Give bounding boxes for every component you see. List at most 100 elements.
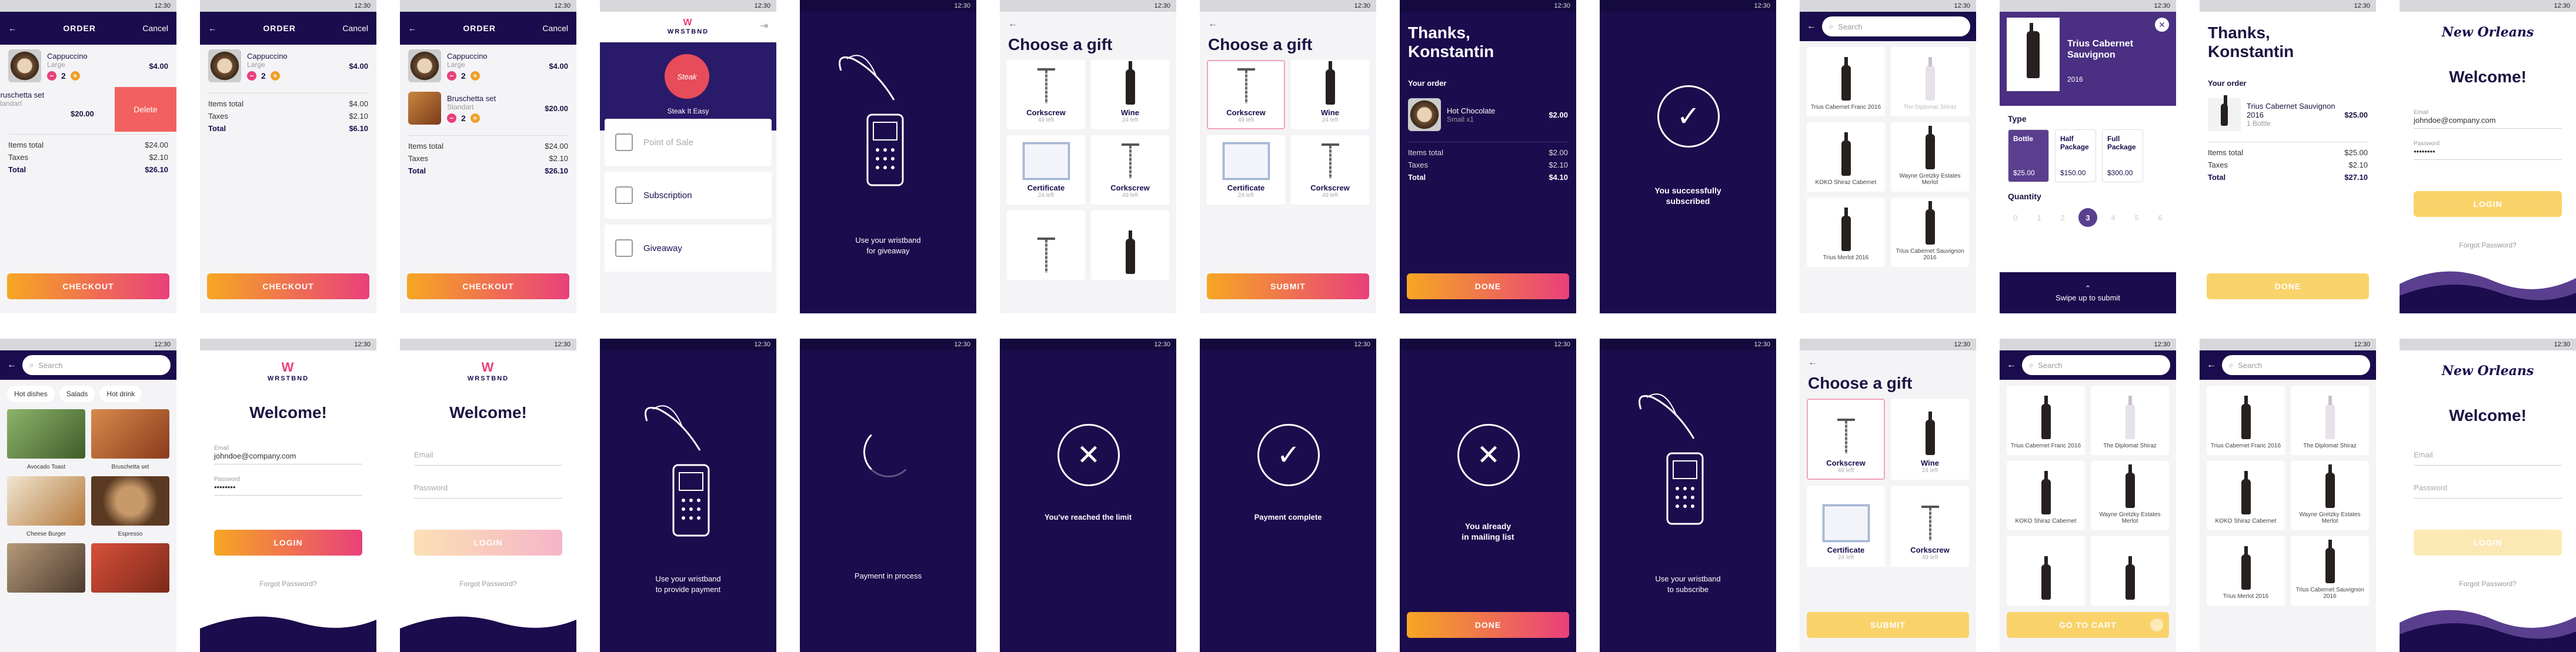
email-field[interactable]: Email <box>2414 444 2562 466</box>
email-field[interactable]: Email johndoe@company.com <box>2414 106 2562 129</box>
gift-card[interactable]: Corkscrew 49 left <box>1091 135 1169 205</box>
back-arrow-icon[interactable]: ← <box>8 24 16 33</box>
qty-option[interactable]: 6 <box>2153 210 2168 225</box>
wine-card[interactable]: Trius Merlot 2016 <box>2207 536 2285 606</box>
go-to-cart-button[interactable]: GO TO CART → <box>2007 612 2169 638</box>
plus-icon[interactable]: + <box>70 71 80 81</box>
back-arrow-icon[interactable]: ← <box>1800 350 1976 368</box>
plus-icon[interactable]: + <box>470 113 480 123</box>
forgot-password-link[interactable]: Forgot Password? <box>400 580 576 588</box>
search-input[interactable]: ⌕ Search <box>2222 355 2370 375</box>
wine-card[interactable]: Trius Cabernet Sauvignon 2016 <box>2291 536 2369 606</box>
gift-card[interactable] <box>1091 210 1169 280</box>
wine-card[interactable]: KOKO Shiraz Cabernet <box>2007 461 2085 530</box>
type-option-bottle[interactable]: Bottle $25.00 <box>2008 129 2049 182</box>
delete-button[interactable]: Delete <box>115 87 176 132</box>
food-card[interactable]: Avocado Toast <box>7 409 85 470</box>
wine-card[interactable]: Trius Merlot 2016 <box>1807 198 1885 267</box>
password-field[interactable]: Password <box>2414 477 2562 499</box>
wine-card[interactable]: Trius Cabernet Franc 2016 <box>2007 386 2085 455</box>
wine-card[interactable]: Trius Cabernet Franc 2016 <box>2207 386 2285 455</box>
submit-button[interactable]: SUBMIT <box>1807 612 1969 638</box>
type-option-full[interactable]: Full Package $300.00 <box>2102 129 2143 182</box>
done-button[interactable]: DONE <box>1407 273 1569 299</box>
logout-icon[interactable]: ⇥ <box>760 20 768 32</box>
gift-card[interactable]: Corkscrew 49 left <box>1891 486 1969 567</box>
password-field[interactable]: Password <box>414 477 562 499</box>
forgot-password-link[interactable]: Forgot Password? <box>200 580 376 588</box>
gift-card[interactable]: Certificate 24 left <box>1007 135 1085 205</box>
wine-card[interactable]: Trius Cabernet Sauvignon 2016 <box>1891 198 1969 267</box>
qty-option[interactable]: 0 <box>2008 210 2023 225</box>
chip-salads[interactable]: Salads <box>59 386 95 402</box>
gift-card-selected[interactable]: Corkscrew 49 left <box>1807 399 1885 480</box>
wine-card[interactable]: The Diplomat Shiraz <box>1891 47 1969 116</box>
search-input[interactable]: ⌕ Search <box>2022 355 2170 375</box>
checkout-button[interactable]: CHECKOUT <box>207 273 369 299</box>
swipe-submit[interactable]: ⌃ Swipe up to submit <box>2000 272 2176 313</box>
food-card[interactable]: Bruschetta set <box>91 409 169 470</box>
gift-card[interactable]: Corkscrew 49 left <box>1291 135 1369 205</box>
food-card[interactable] <box>91 543 169 604</box>
qty-option[interactable]: 5 <box>2129 210 2144 225</box>
qty-option[interactable]: 2 <box>2055 210 2070 225</box>
food-card[interactable]: Cheese Burger <box>7 476 85 537</box>
food-card[interactable] <box>7 543 85 604</box>
wine-card[interactable] <box>2007 536 2085 606</box>
login-button[interactable]: LOGIN <box>214 530 362 556</box>
cancel-button[interactable]: Cancel <box>542 24 568 33</box>
minus-icon[interactable]: − <box>47 71 56 81</box>
wine-card[interactable] <box>2091 536 2169 606</box>
gift-card-selected[interactable]: Corkscrew 49 left <box>1207 60 1285 129</box>
password-field[interactable]: Password •••••••• <box>2414 137 2562 160</box>
gift-card[interactable]: Corkscrew 49 left <box>1007 60 1085 129</box>
food-card[interactable]: Espresso <box>91 476 169 537</box>
close-icon[interactable]: ✕ <box>2155 18 2169 32</box>
email-field[interactable]: Email <box>414 444 562 466</box>
wine-card[interactable]: Wayne Gretzky Estates Merlot <box>2291 461 2369 530</box>
wine-card[interactable]: Wayne Gretzky Estates Merlot <box>2091 461 2169 530</box>
wine-card[interactable]: The Diplomat Shiraz <box>2091 386 2169 455</box>
minus-icon[interactable]: − <box>447 113 456 123</box>
minus-icon[interactable]: − <box>247 71 256 81</box>
back-arrow-icon[interactable]: ← <box>2200 360 2216 370</box>
qty-option[interactable]: 4 <box>2105 210 2121 225</box>
plus-icon[interactable]: + <box>470 71 480 81</box>
forgot-password-link[interactable]: Forgot Password? <box>2400 241 2576 249</box>
wine-card[interactable]: Wayne Gretzky Estates Merlot <box>1891 122 1969 192</box>
gift-card[interactable]: Wine 24 left <box>1891 399 1969 480</box>
login-button-disabled[interactable]: LOGIN <box>414 530 562 556</box>
forgot-password-link[interactable]: Forgot Password? <box>2400 580 2576 588</box>
menu-item-giveaway[interactable]: Giveaway <box>605 225 772 272</box>
wine-card[interactable]: Trius Cabernet Franc 2016 <box>1807 47 1885 116</box>
menu-item-subscription[interactable]: Subscription <box>605 172 772 219</box>
wine-card[interactable]: The Diplomat Shiraz <box>2291 386 2369 455</box>
back-arrow-icon[interactable]: ← <box>208 24 216 33</box>
gift-card[interactable]: Wine 24 left <box>1291 60 1369 129</box>
wine-card[interactable]: KOKO Shiraz Cabernet <box>1807 122 1885 192</box>
checkout-button[interactable]: CHECKOUT <box>7 273 169 299</box>
search-input[interactable]: ⌕ Search <box>1822 16 1970 36</box>
cancel-button[interactable]: Cancel <box>142 24 168 33</box>
login-button-disabled[interactable]: LOGIN <box>2414 530 2562 556</box>
password-field[interactable]: Password •••••••• <box>214 473 362 496</box>
email-field[interactable]: Email johndoe@company.com <box>214 442 362 464</box>
gift-card[interactable]: Certificate 24 left <box>1207 135 1285 205</box>
wine-card[interactable]: KOKO Shiraz Cabernet <box>2207 461 2285 530</box>
submit-button[interactable]: SUBMIT <box>1207 273 1369 299</box>
minus-icon[interactable]: − <box>447 71 456 81</box>
search-input[interactable]: ⌕ Search <box>22 355 171 375</box>
gift-card[interactable]: Wine 24 left <box>1091 60 1169 129</box>
back-arrow-icon[interactable]: ← <box>2000 360 2016 370</box>
back-arrow-icon[interactable]: ← <box>408 24 416 33</box>
quantity-picker[interactable]: 0123456 <box>2000 205 2176 230</box>
done-button[interactable]: DONE <box>1407 612 1569 638</box>
chip-hot-drink[interactable]: Hot drink <box>99 386 142 402</box>
gift-card[interactable]: Certificate 24 left <box>1807 486 1885 567</box>
done-button[interactable]: DONE <box>2207 273 2369 299</box>
menu-item-point-of-sale[interactable]: Point of Sale <box>605 119 772 166</box>
back-arrow-icon[interactable]: ← <box>1800 21 1816 32</box>
plus-icon[interactable]: + <box>270 71 280 81</box>
checkout-button[interactable]: CHECKOUT <box>407 273 569 299</box>
qty-option-selected[interactable]: 3 <box>2078 208 2097 227</box>
